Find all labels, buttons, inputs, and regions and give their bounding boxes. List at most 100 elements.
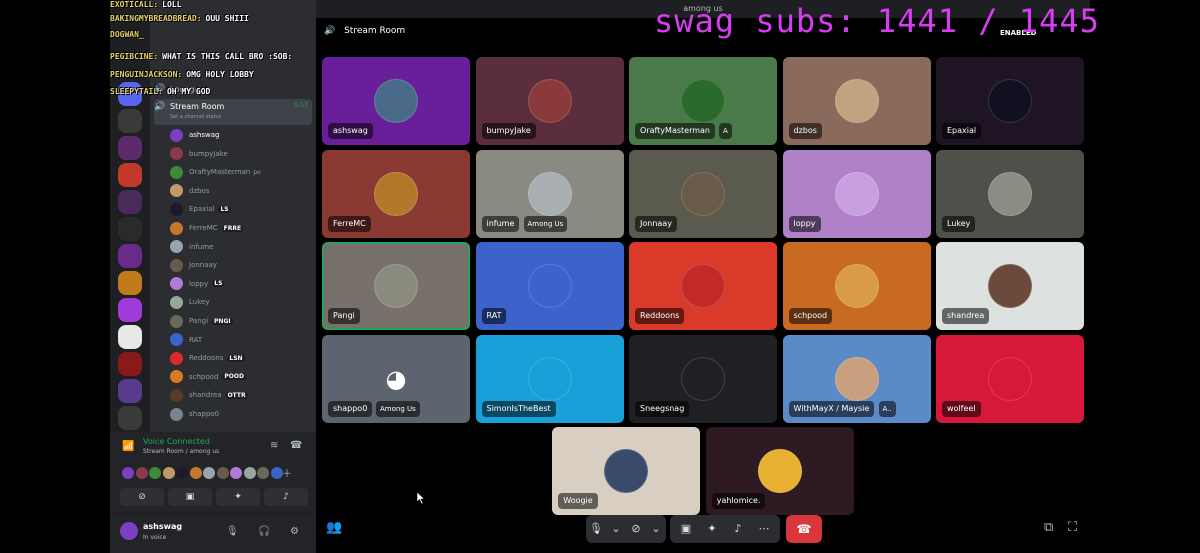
participant-tile[interactable]: Pangi [322, 242, 470, 330]
participant-tile[interactable]: Lukey [936, 149, 1084, 238]
avatar[interactable] [243, 467, 256, 479]
avatar[interactable] [230, 467, 242, 479]
voice-user[interactable]: bumpyJake [170, 145, 312, 163]
server-icon[interactable] [118, 325, 142, 349]
avatar [374, 171, 418, 216]
channel-status[interactable]: Set a channel status [170, 114, 295, 120]
participant-tile[interactable]: bumpyJake [475, 57, 624, 145]
activity-button[interactable]: ✦ [216, 488, 260, 506]
voice-user[interactable]: OraftyMasterman po [170, 163, 312, 181]
server-icon[interactable] [118, 136, 142, 160]
voice-user[interactable]: shandrea OTTR [170, 386, 312, 404]
gear-icon[interactable]: ⚙ [290, 526, 299, 537]
voice-user[interactable]: Pangi PNGI [170, 312, 312, 330]
screenshare-button[interactable]: ▣ [168, 488, 212, 506]
participant-tile[interactable]: OraftyMasterman A [629, 57, 777, 145]
avatar[interactable] [135, 467, 148, 479]
channel-stream-room[interactable]: 🔊 Stream Room Set a channel status 5:17 [154, 99, 312, 125]
voice-user[interactable]: loppy LS [170, 275, 312, 293]
server-icon[interactable] [118, 190, 142, 214]
avatar[interactable] [270, 467, 283, 479]
participant-tile[interactable]: SimonIsTheBest [475, 334, 624, 423]
voice-user[interactable]: Lukey [170, 293, 312, 311]
avatar [988, 79, 1032, 123]
avatar[interactable] [216, 467, 229, 479]
participant-tile[interactable]: schpood [782, 242, 931, 330]
user-panel: ashswag In voice 🎙 🎧 ⚙ [110, 512, 316, 553]
participant-tile[interactable]: wolfeel [936, 334, 1084, 423]
server-icon[interactable] [118, 163, 142, 187]
voice-user[interactable]: ashswag [170, 126, 312, 144]
voice-connected-subtitle[interactable]: Stream Room / among us [143, 448, 219, 455]
avatar [527, 79, 572, 123]
status-badge: POOD [222, 373, 246, 381]
leave-call-button[interactable]: ☎ [786, 515, 822, 543]
participant-tile[interactable]: WithMayX / Maysie A.. [782, 334, 931, 423]
avatar[interactable] [122, 467, 134, 479]
avatar [527, 171, 572, 216]
voice-user[interactable]: Epaxial LS [170, 200, 312, 218]
server-icon[interactable] [118, 352, 142, 376]
server-icon[interactable] [118, 244, 142, 268]
chevron-down-icon[interactable]: ⌄ [606, 515, 626, 543]
avatar[interactable] [189, 467, 202, 479]
participant-tile[interactable]: Jonnaay [629, 149, 777, 238]
participant-tile[interactable]: dzbos [782, 57, 931, 145]
participant-tile[interactable]: ashswag [322, 57, 470, 145]
voice-user[interactable]: shappo0 [170, 405, 312, 423]
participant-tile[interactable]: loppy [782, 149, 931, 238]
participant-tile[interactable]: shandrea [936, 242, 1084, 330]
server-icon[interactable] [118, 379, 142, 403]
server-icon[interactable] [118, 298, 142, 322]
camera-off-button[interactable]: ⊘ [120, 488, 164, 506]
avatar[interactable] [120, 522, 138, 540]
more-icon[interactable]: ⋯ [754, 515, 774, 543]
noise-suppression-icon[interactable]: ≋ [270, 440, 278, 451]
add-icon[interactable]: ＋ [282, 465, 292, 480]
voice-user[interactable]: schpood POOD [170, 368, 312, 386]
discord-logo-icon: ◕ [385, 364, 407, 393]
disconnect-icon[interactable]: ☎ [290, 440, 302, 451]
camera-off-icon[interactable]: ⊘ [626, 515, 646, 543]
participant-tile[interactable]: infume Among Us [475, 149, 624, 238]
chat-author: PEGIBCINE: [110, 52, 159, 61]
participant-tile[interactable]: FerreMC [322, 149, 470, 238]
voice-user[interactable]: Reddoons LSN [170, 349, 312, 367]
headphones-icon[interactable]: 🎧 [258, 526, 270, 537]
invite-icon[interactable]: 👥 [326, 520, 342, 535]
chevron-down-icon[interactable]: ⌄ [646, 515, 666, 543]
voice-user[interactable]: infume [170, 238, 312, 256]
server-icon[interactable] [118, 109, 142, 133]
avatar[interactable] [176, 467, 188, 479]
voice-user[interactable]: dzbos [170, 182, 312, 200]
participant-tile[interactable]: Epaxial [936, 57, 1084, 145]
avatar[interactable] [203, 467, 215, 479]
screenshare-icon[interactable]: ▣ [676, 515, 696, 543]
participant-tile[interactable]: ◕ shappo0 Among Us [322, 334, 470, 423]
participant-tile[interactable]: yahlomice. [705, 427, 854, 515]
avatar[interactable] [149, 467, 161, 479]
voice-user[interactable]: RAT [170, 331, 312, 349]
participant-tile[interactable]: RAT [475, 242, 624, 330]
soundboard-icon[interactable]: ♪ [728, 515, 748, 543]
participant-name: Pangi [328, 308, 360, 324]
server-icon[interactable] [118, 406, 142, 430]
signal-icon[interactable]: 📶 [122, 441, 134, 452]
voice-user[interactable]: Jonnaay [170, 256, 312, 274]
participant-tile[interactable]: Sneegsnag [629, 334, 777, 423]
fullscreen-icon[interactable]: ⛶ [1068, 520, 1077, 535]
username[interactable]: ashswag [143, 522, 182, 531]
avatar[interactable] [162, 467, 175, 479]
mic-icon[interactable]: 🎙 [586, 515, 606, 543]
server-icon[interactable] [118, 217, 142, 241]
soundboard-button[interactable]: ♪ [264, 488, 308, 506]
voice-user[interactable]: FerreMC FRRE [170, 219, 312, 237]
participant-tile[interactable]: Woogie [552, 427, 701, 515]
participant-tile[interactable]: Reddoons [629, 242, 777, 330]
voice-connected-title[interactable]: Voice Connected [143, 437, 210, 446]
avatar[interactable] [257, 467, 269, 479]
mic-icon[interactable]: 🎙 [226, 526, 239, 537]
popout-icon[interactable]: ⧉ [1044, 520, 1053, 535]
activity-icon[interactable]: ✦ [702, 515, 722, 543]
server-icon[interactable] [118, 271, 142, 295]
